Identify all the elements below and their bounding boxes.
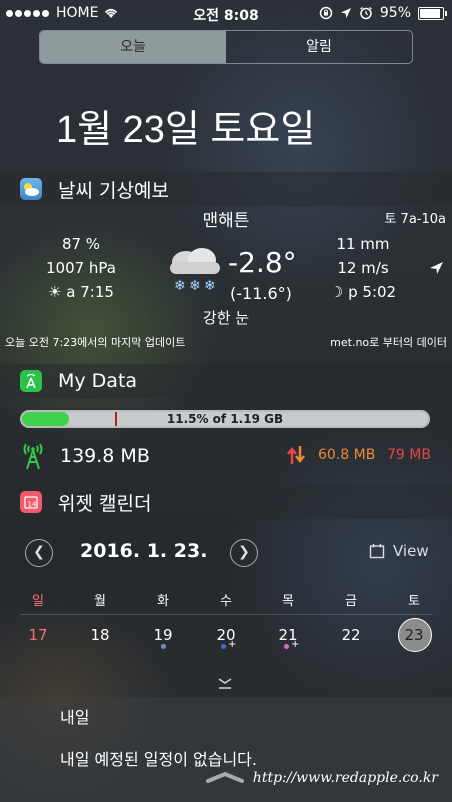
moon-icon: ☽ [329, 283, 344, 301]
weekday-mon: 월 [94, 594, 106, 609]
tab-notifications[interactable]: 알림 [226, 31, 412, 63]
battery-icon [418, 6, 447, 20]
weather-time-range: 토 7a-10a [384, 212, 446, 227]
calendar-date: 2016. 1. 23. [80, 540, 208, 562]
grabber-icon [206, 771, 244, 783]
no-events-text: 내일 예정된 일정이 없습니다. [60, 750, 257, 769]
svg-text:❄: ❄ [189, 278, 201, 294]
view-label: View [393, 542, 429, 560]
weather-app-icon [20, 178, 42, 200]
svg-text:❄: ❄ [204, 278, 216, 294]
weather-humidity: 87 % [61, 235, 101, 253]
calendar-app-icon: 14 [20, 491, 42, 513]
alarm-clock-icon [359, 6, 372, 20]
calendar-day[interactable]: 22 [331, 626, 371, 644]
prev-month-button[interactable]: ❮ [25, 539, 53, 567]
weather-temperature: -2.8° [228, 246, 297, 279]
snow-cloud-icon: ❄ ❄ ❄ [170, 248, 220, 294]
event-dot [161, 644, 166, 649]
calendar-day[interactable]: 17 [18, 626, 58, 644]
battery-percent: 95% [379, 5, 411, 21]
calendar-view-icon [369, 544, 385, 559]
weather-widget-title: 날씨 기상예보 [58, 179, 169, 202]
mydata-app-icon [20, 370, 42, 392]
weekday-wed: 수 [220, 594, 232, 609]
transfer-arrows-icon [287, 446, 305, 464]
calendar-divider [20, 614, 432, 615]
mydata-widget-title: My Data [58, 370, 138, 392]
more-events-icon: + [228, 639, 237, 650]
calendar-day[interactable]: 21 [268, 626, 308, 644]
data-usage-text: 11.5% of 1.19 GB [166, 412, 284, 426]
weather-wind: 12 m/s [304, 257, 443, 280]
weather-sunrise: ☀ a 7:15 [20, 281, 142, 304]
chevron-right-icon: ❯ [238, 544, 250, 560]
location-arrow-icon [340, 8, 351, 18]
calendar-day[interactable]: 20 [206, 626, 246, 644]
chevron-left-icon: ❮ [33, 544, 45, 560]
status-bar: HOME 오전 8:08 95% [0, 0, 452, 26]
watermark: http://www.redapple.co.kr [252, 770, 438, 786]
svg-text:14: 14 [28, 501, 37, 509]
cell-tower-icon [23, 443, 43, 470]
calendar-view-button[interactable]: View [369, 542, 429, 560]
sunrise-time: a 7:15 [66, 283, 114, 301]
weekday-fri: 금 [345, 594, 357, 609]
tomorrow-label: 내일 [60, 708, 90, 727]
calendar-day[interactable]: 19 [143, 626, 183, 644]
weekday-sun: 일 [32, 594, 44, 609]
svg-text:❄: ❄ [174, 278, 186, 294]
more-events-icon: + [291, 639, 300, 650]
calendar-widget-header[interactable]: 14 위젯 캘린더 [0, 485, 452, 519]
tab-control: 오늘 알림 [39, 30, 413, 64]
weekday-thu: 목 [282, 594, 294, 609]
wind-direction-icon [430, 262, 443, 274]
calendar-day[interactable]: 18 [80, 626, 120, 644]
calendar-widget-title: 위젯 캘린더 [58, 492, 152, 515]
status-right: 95% [319, 5, 447, 21]
data-usage-bar: 11.5% of 1.19 GB [20, 410, 430, 428]
sun-icon: ☀ [48, 283, 62, 301]
weather-moonset: ☽ p 5:02 [304, 281, 422, 304]
weekday-tue: 화 [157, 594, 169, 609]
next-month-button[interactable]: ❯ [230, 539, 258, 567]
date-header: 1월 23일 토요일 [56, 109, 316, 151]
event-dot [284, 644, 289, 649]
rotation-lock-icon [319, 6, 333, 20]
data-upload: 60.8 MB [318, 447, 376, 463]
tab-today[interactable]: 오늘 [40, 31, 226, 63]
weather-feels-like: (-11.6°) [230, 284, 292, 303]
weather-updated: 오늘 오전 7:23에서의 마지막 업데이트 [5, 336, 186, 349]
weather-condition: 강한 눈 [202, 309, 250, 327]
pull-handle[interactable] [204, 770, 246, 784]
weekday-sat: 토 [408, 594, 420, 609]
weather-widget-header[interactable]: 날씨 기상예보 [0, 172, 452, 206]
mydata-widget-header[interactable]: My Data [0, 364, 452, 398]
data-download: 79 MB [387, 447, 431, 463]
event-dot [221, 644, 226, 649]
weather-pressure: 1007 hPa [45, 259, 116, 277]
moonset-time: p 5:02 [348, 283, 397, 301]
weather-precipitation: 11 mm [336, 235, 390, 253]
weather-source: met.no로 부터의 데이터 [330, 336, 447, 349]
data-used: 139.8 MB [60, 445, 150, 467]
wind-speed: 12 m/s [337, 259, 389, 277]
calendar-day-today[interactable]: 23 [394, 626, 434, 644]
expand-chevron-icon[interactable] [217, 677, 233, 691]
